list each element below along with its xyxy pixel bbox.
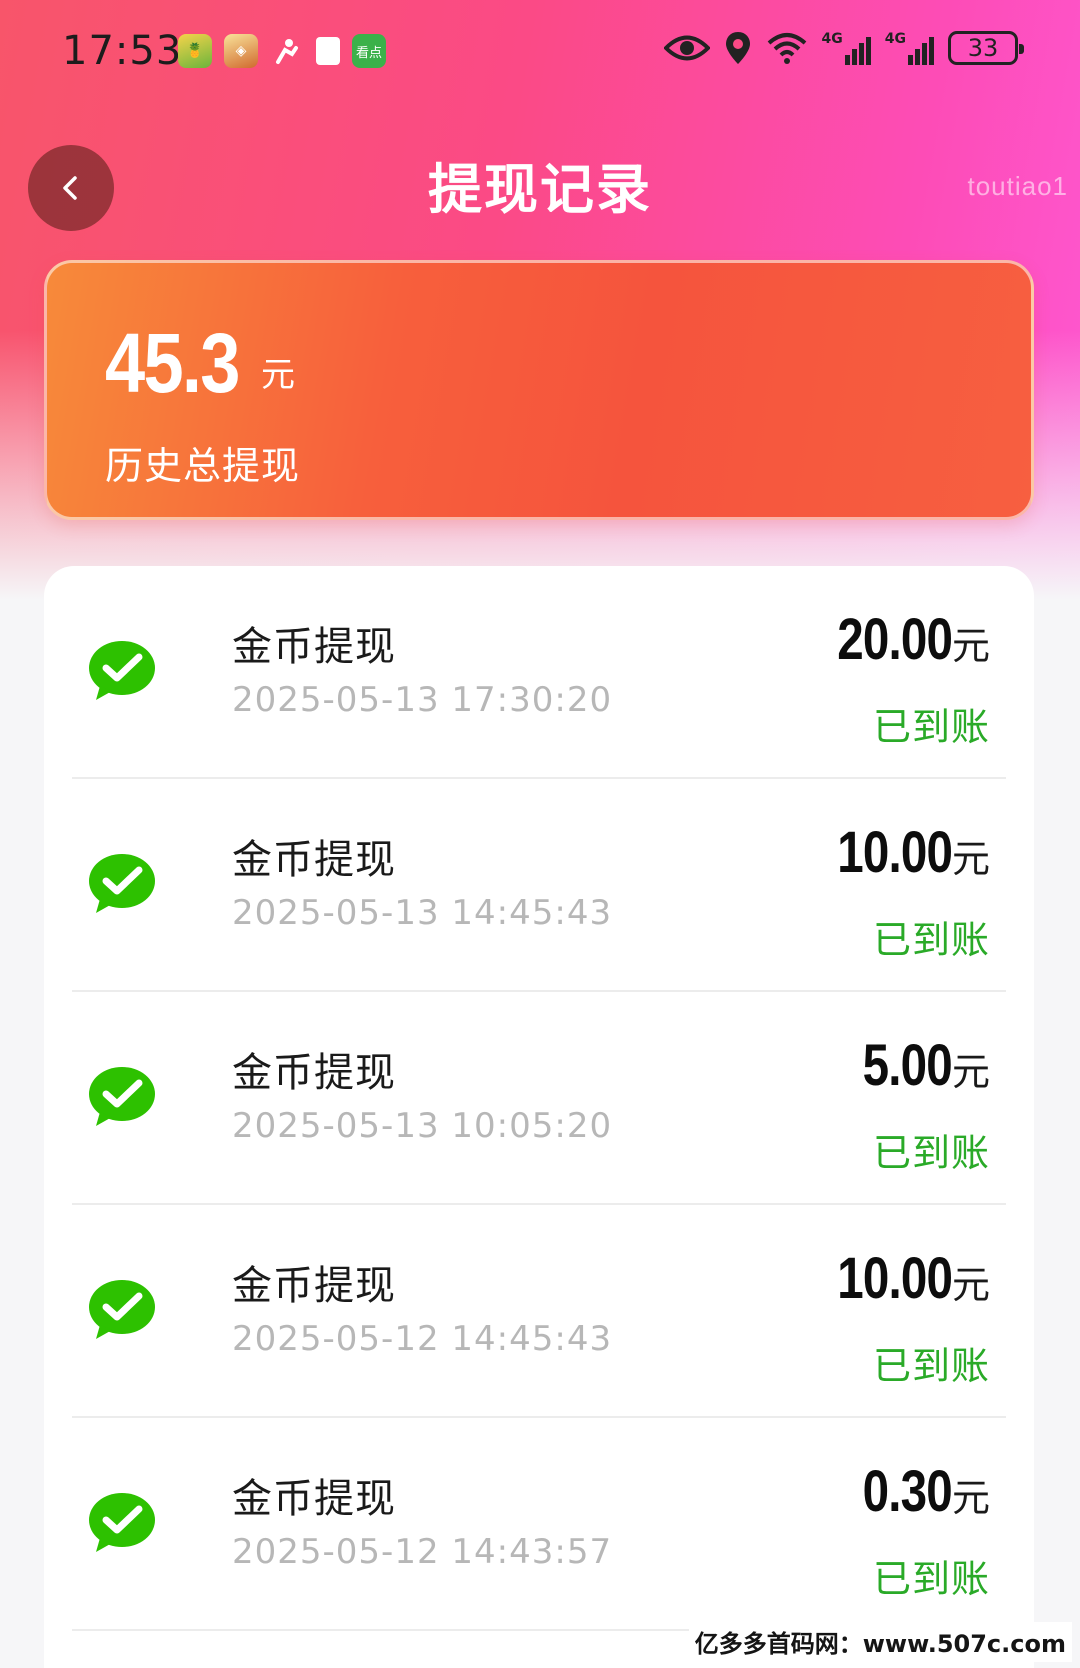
notification-app-icons: 🍍 ◈ 看点 — [178, 34, 386, 68]
record-time: 2025-05-13 14:45:43 — [232, 893, 613, 933]
battery-level: 33 — [967, 34, 999, 62]
record-amount: 10.00 — [837, 820, 953, 885]
record-title: 金币提现 — [232, 1263, 396, 1309]
record-unit: 元 — [951, 1476, 990, 1520]
page-title: 提现记录 — [428, 158, 652, 221]
record-amount-group: 10.00 元 — [812, 1245, 990, 1312]
record-time: 2025-05-12 14:43:57 — [232, 1532, 613, 1572]
person-app-icon — [270, 34, 304, 68]
record-amount: 5.00 — [862, 1033, 953, 1098]
record-status: 已到账 — [872, 918, 990, 962]
watermark: 亿多多首码网：www.507c.com — [688, 1622, 1072, 1662]
record-status: 已到账 — [872, 705, 990, 749]
record-title: 金币提现 — [232, 1050, 396, 1096]
wifi-icon — [767, 33, 806, 64]
record-item[interactable]: 金币提现 2025-05-13 17:30:20 20.00 元 已到账 — [72, 566, 1006, 779]
withdrawal-record-list: 金币提现 2025-05-13 17:30:20 20.00 元 已到账 金币提… — [44, 566, 1034, 1668]
total-withdrawal-card: 45.3 元 历史总提现 — [44, 260, 1034, 520]
record-amount-group: 10.00 元 — [812, 819, 990, 886]
eye-icon — [663, 35, 710, 61]
pineapple-app-icon: 🍍 — [178, 34, 212, 68]
record-status: 已到账 — [872, 1344, 990, 1388]
record-item[interactable]: 金币提现 2025-05-13 14:45:43 10.00 元 已到账 — [72, 779, 1006, 992]
record-title: 金币提现 — [232, 837, 396, 883]
total-label: 历史总提现 — [105, 444, 301, 488]
battery-icon: 33 — [948, 31, 1024, 65]
user-tag: toutiao1 — [967, 171, 1068, 201]
wechat-pay-icon — [89, 1493, 155, 1552]
total-amount: 45.3 — [105, 316, 240, 410]
record-time: 2025-05-13 17:30:20 — [232, 680, 613, 720]
record-amount: 20.00 — [837, 607, 953, 672]
game-app-icon: ◈ — [224, 34, 258, 68]
record-title: 金币提现 — [232, 1476, 396, 1522]
record-status: 已到账 — [872, 1557, 990, 1601]
record-amount-group: 0.30 元 — [843, 1458, 990, 1525]
record-amount-group: 20.00 元 — [812, 606, 990, 673]
record-time: 2025-05-13 10:05:20 — [232, 1106, 613, 1146]
record-item[interactable]: 金币提现 2025-05-12 14:43:57 0.30 元 已到账 — [72, 1418, 1006, 1631]
record-amount: 10.00 — [837, 1246, 953, 1311]
record-amount: 0.30 — [862, 1459, 953, 1524]
record-title: 金币提现 — [232, 624, 396, 670]
location-icon — [725, 32, 750, 64]
record-amount-group: 5.00 元 — [843, 1032, 990, 1099]
record-status: 已到账 — [872, 1131, 990, 1175]
status-time: 17:53 — [62, 28, 183, 74]
kandian-app-icon: 看点 — [352, 34, 386, 68]
record-item[interactable]: 金币提现 2025-05-13 10:05:20 5.00 元 已到账 — [72, 992, 1006, 1205]
status-indicators: 4G 4G 33 — [663, 30, 1024, 66]
status-bar: 17:53 🍍 ◈ 看点 4G 4G 33 — [0, 0, 1080, 104]
book-app-icon — [316, 37, 340, 65]
total-unit: 元 — [261, 355, 295, 395]
record-item[interactable]: 金币提现 2025-05-12 14:45:43 10.00 元 已到账 — [72, 1205, 1006, 1418]
record-time: 2025-05-12 14:45:43 — [232, 1319, 613, 1359]
record-unit: 元 — [951, 1050, 990, 1094]
page-header: 提现记录 toutiao1 — [0, 135, 1080, 231]
record-unit: 元 — [951, 1263, 990, 1307]
wechat-pay-icon — [89, 1067, 155, 1126]
wechat-pay-icon — [89, 641, 155, 700]
wechat-pay-icon — [89, 1280, 155, 1339]
record-unit: 元 — [951, 624, 990, 668]
signal-4g-icon: 4G — [885, 31, 934, 65]
record-unit: 元 — [951, 837, 990, 881]
wechat-pay-icon — [89, 854, 155, 913]
signal-4g-icon: 4G — [822, 31, 871, 65]
